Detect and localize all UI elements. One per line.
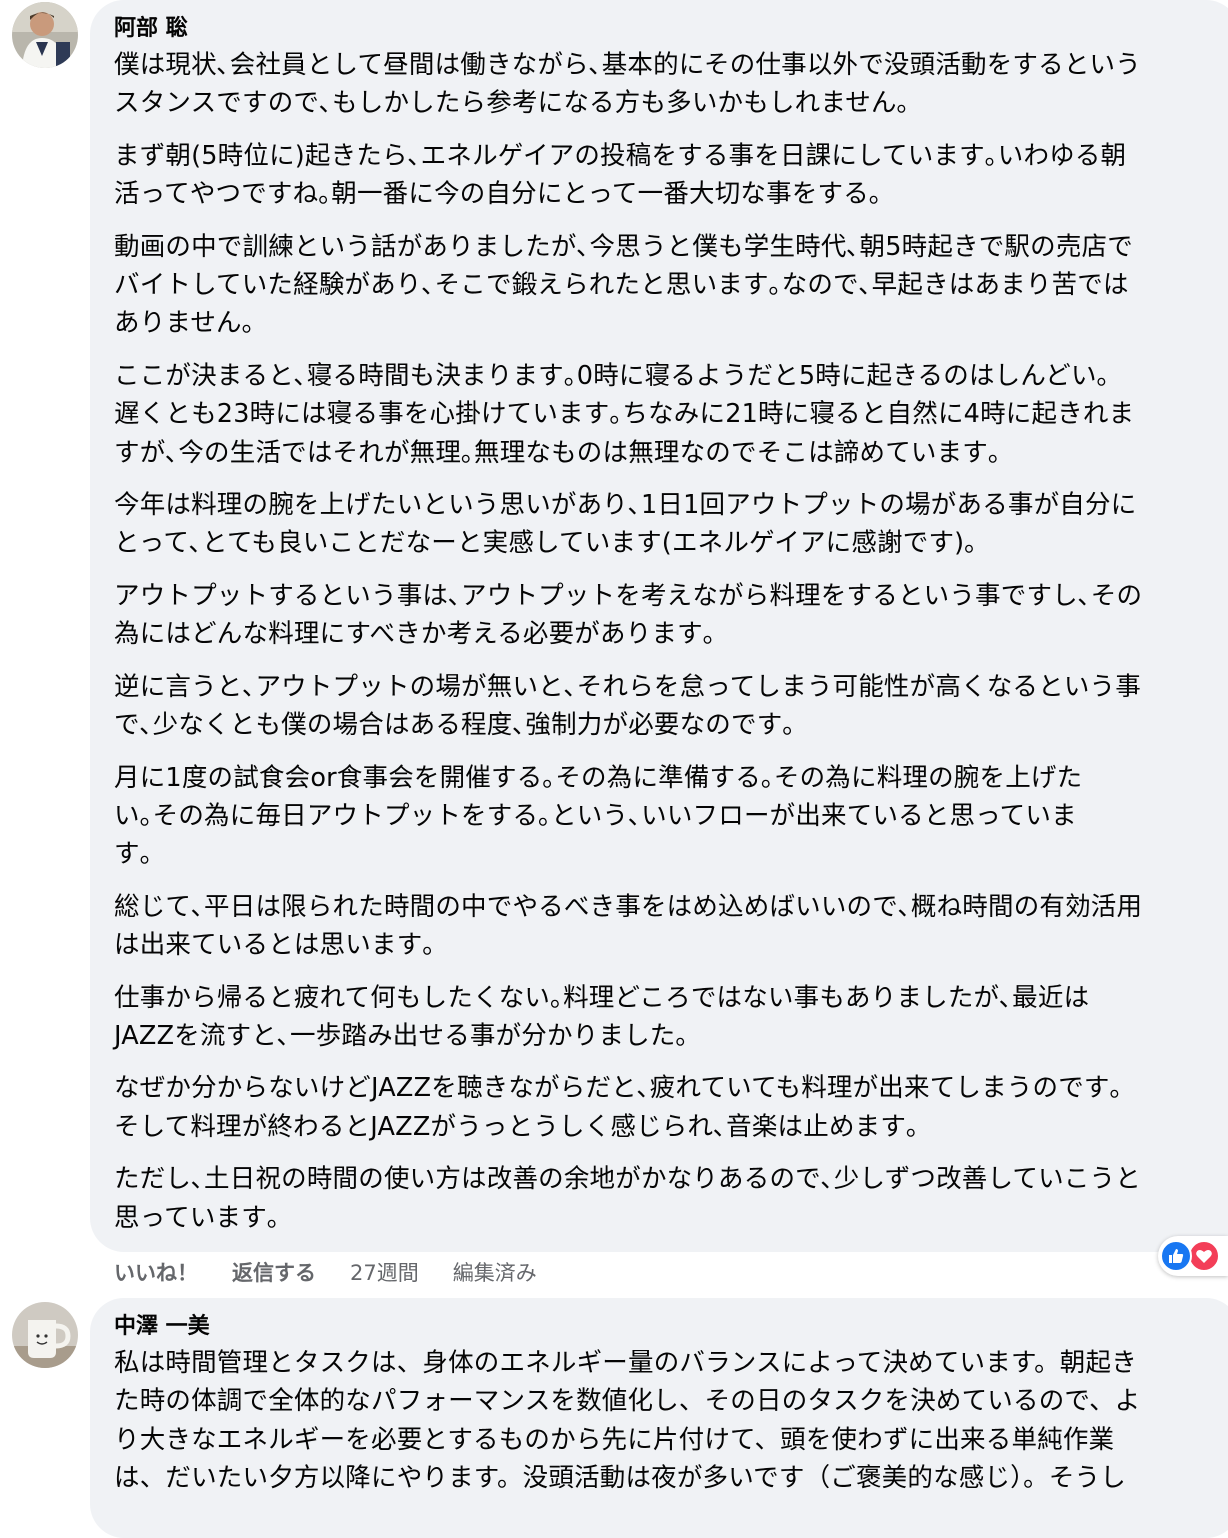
comment-bubble: 阿部 聡 僕は現状､会社員として昼間は働きながら､基本的にその仕事以外で没頭活動… xyxy=(90,0,1228,1252)
comment-timestamp[interactable]: 27週間 xyxy=(350,1257,419,1287)
love-icon xyxy=(1188,1240,1220,1272)
comment-paragraph: まず朝(5時位に)起きたら､エネルゲイアの投稿をする事を日課にしています｡いわゆ… xyxy=(114,140,1127,210)
avatar-abe[interactable] xyxy=(12,2,78,68)
comment-paragraph: 動画の中で訓練という話がありましたが､今思うと僕も学生時代､朝5時起きで駅の売店… xyxy=(114,231,1133,339)
reply-button[interactable]: 返信する xyxy=(232,1257,316,1287)
comment-paragraph: 月に1度の試食会or食事会を開催する｡その為に準備する｡その為に料理の腕を上げた… xyxy=(114,762,1083,870)
comment-body: 私は時間管理とタスクは、身体のエネルギー量のバランスによって決めています。朝起き… xyxy=(114,1344,1216,1498)
comment-paragraph: 仕事から帰ると疲れて何もしたくない｡料理どころではない事もありましたが､最近は … xyxy=(114,982,1090,1051)
comment-author[interactable]: 中澤 一美 xyxy=(114,1312,1216,1342)
comment-paragraph: ただし､土日祝の時間の使い方は改善の余地がかなりあるので､少しずつ改善していこう… xyxy=(114,1164,1141,1233)
avatar-photo-icon xyxy=(12,2,78,68)
comment-author[interactable]: 阿部 聡 xyxy=(114,14,1216,44)
comment-paragraph: 今年は料理の腕を上げたいという思いがあり､1日1回アウトプットの場がある事が自分… xyxy=(114,490,1137,559)
reaction-summary[interactable] xyxy=(1158,1236,1228,1276)
comment-paragraph: 総じて､平日は限られた時間の中でやるべき事をはめ込めばいいので､概ね時間の有効活… xyxy=(114,891,1143,961)
comment-paragraph: 逆に言うと､アウトプットの場が無いと､それらを怠ってしまう可能性が高くなるという… xyxy=(114,671,1141,741)
comment-bubble: 中澤 一美 私は時間管理とタスクは、身体のエネルギー量のバランスによって決めてい… xyxy=(90,1298,1228,1538)
comment-paragraph: ここが決まると､寝る時間も決まります｡0時に寝るようだと5時に起きるのはしんどい… xyxy=(114,360,1135,468)
comment-paragraph: 私は時間管理とタスクは、身体のエネルギー量のバランスによって決めています。朝起き… xyxy=(114,1348,1141,1494)
comment-actions: いいね！ 返信する 27週間 編集済み xyxy=(114,1256,537,1288)
like-icon xyxy=(1160,1240,1192,1272)
comment-body: 僕は現状､会社員として昼間は働きながら､基本的にその仕事以外で没頭活動をするとい… xyxy=(114,46,1216,1237)
edited-label[interactable]: 編集済み xyxy=(453,1257,537,1287)
comment-paragraph: アウトプットするという事は､アウトプットを考えながら料理をするという事ですし､そ… xyxy=(114,580,1143,650)
comment-paragraph: なぜか分からないけどJAZZを聴きながらだと､疲れていても料理が出来てしまうので… xyxy=(114,1073,1123,1142)
comment-paragraph: 僕は現状､会社員として昼間は働きながら､基本的にその仕事以外で没頭活動をするとい… xyxy=(114,50,1141,119)
like-button[interactable]: いいね！ xyxy=(114,1257,198,1287)
avatar-nakazawa[interactable] xyxy=(12,1302,78,1368)
avatar-mug-icon xyxy=(12,1302,78,1368)
